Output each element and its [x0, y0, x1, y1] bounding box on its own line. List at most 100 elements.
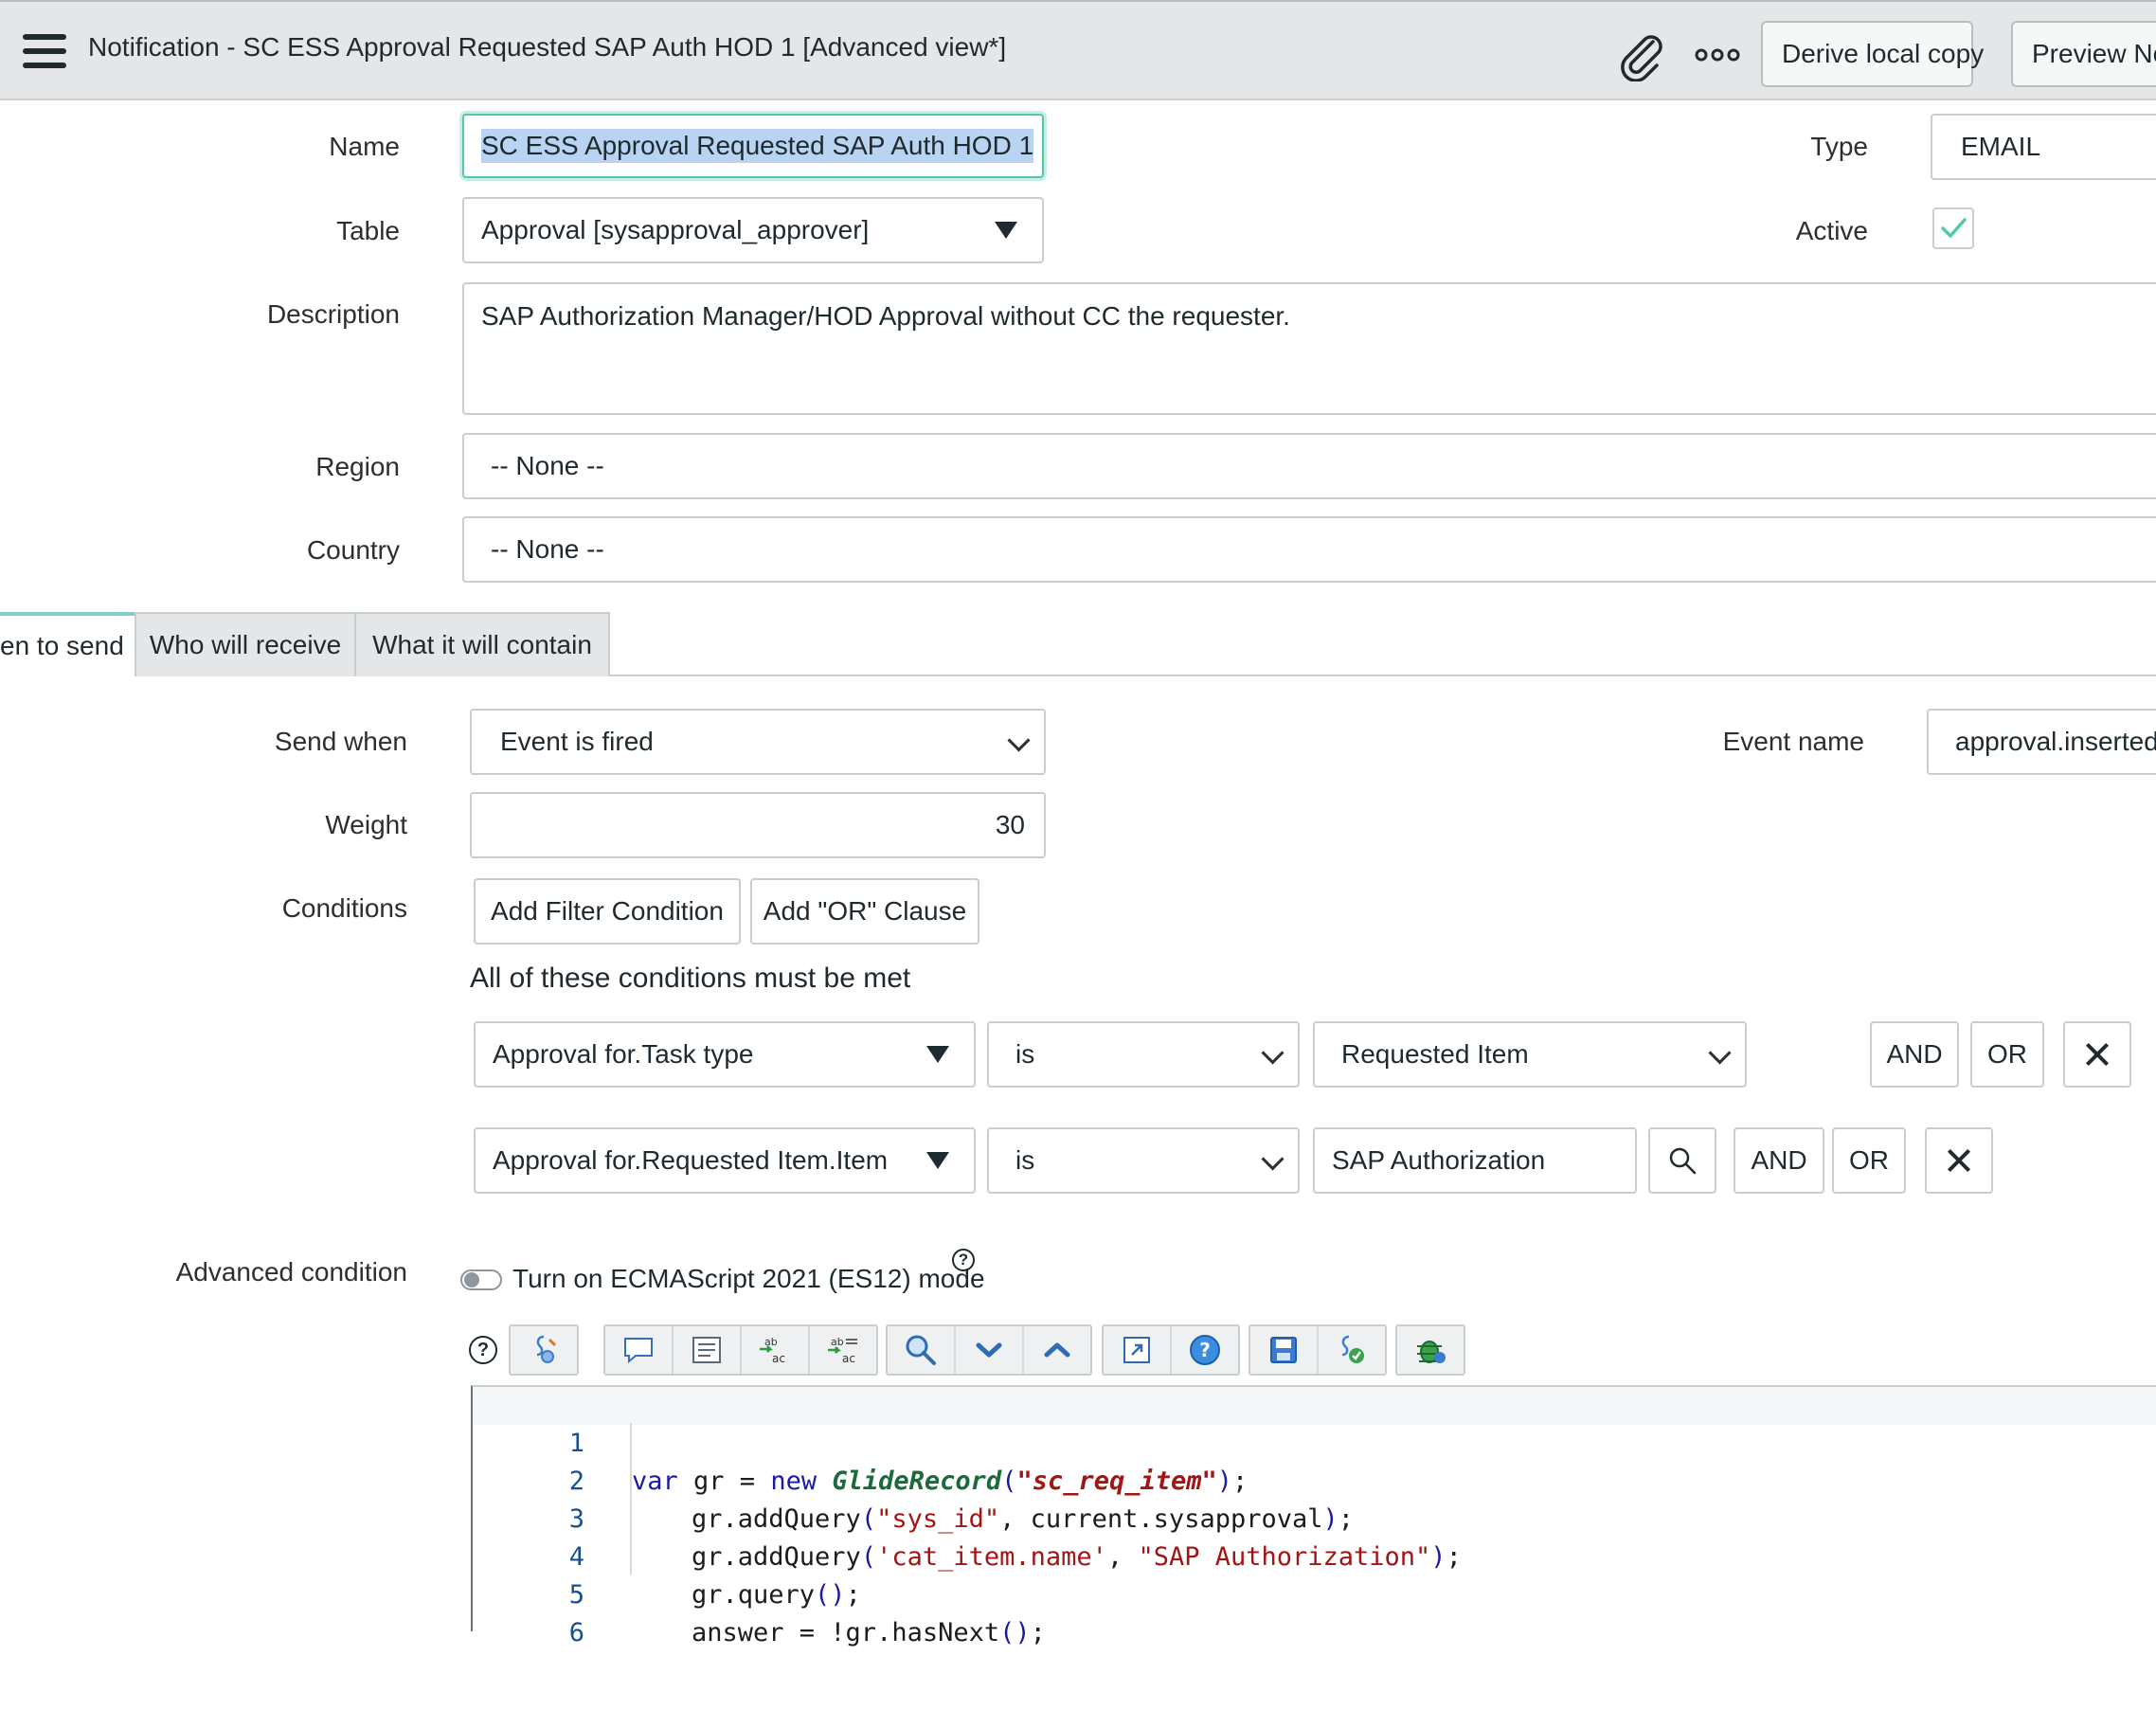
- add-filter-condition-button[interactable]: Add Filter Condition: [474, 878, 741, 945]
- checkmark-icon: [1941, 218, 1967, 238]
- remove-condition-button[interactable]: [2063, 1021, 2131, 1088]
- region-select[interactable]: -- None --: [462, 433, 2156, 499]
- condition-operator-select[interactable]: is: [987, 1127, 1300, 1194]
- condition-value-select[interactable]: Requested Item: [1313, 1021, 1747, 1088]
- code-line: 2 gr.addQuery("sys_id", current.sysappro…: [471, 1425, 1354, 1534]
- search-icon: [1669, 1147, 1697, 1175]
- chevron-down-icon: [1708, 1041, 1732, 1065]
- svg-text:ac: ac: [842, 1352, 855, 1365]
- dropdown-arrow-icon: [995, 222, 1017, 239]
- condition-operator-select[interactable]: is: [987, 1021, 1300, 1088]
- code-line: 6: [471, 1576, 584, 1647]
- conditions-label: Conditions: [281, 893, 407, 923]
- preview-notification-button[interactable]: Preview No: [2011, 21, 2156, 87]
- replace-all-icon[interactable]: ab ac: [810, 1326, 876, 1374]
- name-field[interactable]: SC ESS Approval Requested SAP Auth HOD 1: [462, 114, 1044, 178]
- weight-field[interactable]: 30: [470, 792, 1046, 858]
- toolbar-group-6: [1395, 1324, 1465, 1376]
- derive-local-copy-button[interactable]: Derive local copy: [1761, 21, 1984, 87]
- replace-icon[interactable]: ab ac: [742, 1326, 810, 1374]
- chevron-down-icon: [1261, 1041, 1285, 1065]
- table-select[interactable]: Approval [sysapproval_approver]: [462, 197, 1044, 263]
- dropdown-arrow-icon: [926, 1046, 949, 1063]
- condition-or-button[interactable]: OR: [1970, 1021, 2044, 1088]
- script-include-icon[interactable]: [511, 1326, 577, 1374]
- code-text: gr.query();: [692, 1580, 861, 1610]
- country-select[interactable]: -- None --: [462, 516, 2156, 583]
- condition-and-button[interactable]: AND: [1734, 1127, 1824, 1194]
- es12-toggle[interactable]: [460, 1269, 502, 1290]
- region-value: -- None --: [491, 451, 604, 480]
- active-checkbox[interactable]: [1932, 207, 1974, 249]
- condition-or-button[interactable]: OR: [1832, 1127, 1906, 1194]
- code-line: 1 var gr = new GlideRecord("sc_req_item"…: [471, 1387, 1249, 1496]
- description-textarea[interactable]: SAP Authorization Manager/HOD Approval w…: [462, 282, 2156, 415]
- condition-field-select[interactable]: Approval for.Requested Item.Item: [474, 1127, 976, 1194]
- page-title: Notification - SC ESS Approval Requested…: [88, 32, 1007, 62]
- syntax-check-icon[interactable]: [1319, 1326, 1385, 1374]
- debug-icon[interactable]: [1397, 1326, 1464, 1374]
- tab-label: en to send: [0, 631, 124, 660]
- condition-and-button[interactable]: AND: [1870, 1021, 1959, 1088]
- code-line: 3 gr.addQuery('cat_item.name', "SAP Auth…: [471, 1463, 1462, 1572]
- condition-value: SAP Authorization: [1332, 1145, 1546, 1175]
- es12-toggle-label: Turn on ECMAScript 2021 (ES12) mode: [512, 1264, 985, 1293]
- help-circle-icon[interactable]: ?: [1172, 1326, 1238, 1374]
- type-label: Type: [1810, 132, 1868, 161]
- condition-operator-value: is: [1015, 1145, 1035, 1175]
- svg-text:ab: ab: [831, 1336, 844, 1348]
- condition-field-value: Approval for.Task type: [493, 1039, 754, 1069]
- toolbar-group-2: ab ac ab ac: [603, 1324, 878, 1376]
- country-label: Country: [306, 535, 400, 565]
- country-value: -- None --: [491, 534, 604, 564]
- code-lines: 1 var gr = new GlideRecord("sc_req_item"…: [471, 1387, 2156, 1647]
- more-options-icon[interactable]: [1694, 44, 1741, 66]
- condition-reference-field[interactable]: SAP Authorization: [1313, 1127, 1637, 1194]
- name-label: Name: [329, 132, 400, 161]
- type-field[interactable]: EMAIL: [1931, 114, 2156, 180]
- add-or-clause-button[interactable]: Add "OR" Clause: [750, 878, 979, 945]
- remove-condition-button[interactable]: [1925, 1127, 1993, 1194]
- search-icon[interactable]: [888, 1326, 956, 1374]
- menu-icon[interactable]: [23, 34, 66, 68]
- code-text: gr.addQuery('cat_item.name', "SAP Author…: [692, 1542, 1462, 1572]
- find-next-icon[interactable]: [956, 1326, 1024, 1374]
- send-when-value: Event is fired: [500, 727, 654, 756]
- tab-what-it-will-contain[interactable]: What it will contain: [354, 612, 610, 676]
- code-line: 4 gr.query();: [471, 1501, 861, 1610]
- svg-text:?: ?: [1199, 1339, 1211, 1361]
- help-icon[interactable]: ?: [952, 1249, 975, 1271]
- code-text: var gr = new GlideRecord("sc_req_item");: [632, 1467, 1249, 1496]
- line-number: 6: [568, 1618, 584, 1647]
- description-label: Description: [266, 299, 400, 329]
- type-value: EMAIL: [1961, 132, 2041, 161]
- toolbar-group-5: [1249, 1324, 1387, 1376]
- active-label: Active: [1795, 216, 1868, 245]
- region-label: Region: [315, 452, 400, 481]
- chevron-down-icon: [1007, 729, 1031, 752]
- send-when-select[interactable]: Event is fired: [470, 709, 1046, 775]
- condition-field-select[interactable]: Approval for.Task type: [474, 1021, 976, 1088]
- weight-label: Weight: [325, 810, 407, 839]
- save-icon[interactable]: [1250, 1326, 1319, 1374]
- find-previous-icon[interactable]: [1024, 1326, 1090, 1374]
- format-code-icon[interactable]: [674, 1326, 742, 1374]
- code-text: answer = !gr.hasNext();: [692, 1618, 1046, 1647]
- description-value: SAP Authorization Manager/HOD Approval w…: [481, 301, 1290, 331]
- event-name-label: Event name: [1722, 727, 1864, 756]
- tab-who-will-receive[interactable]: Who will receive: [135, 612, 356, 676]
- paperclip-icon[interactable]: [1615, 28, 1668, 81]
- dropdown-arrow-icon: [926, 1152, 949, 1169]
- event-name-field[interactable]: approval.inserted: [1927, 709, 2156, 775]
- tab-when-to-send[interactable]: en to send: [0, 612, 135, 676]
- svg-text:ab: ab: [764, 1336, 778, 1348]
- toolbar-group-1: [509, 1324, 579, 1376]
- comment-icon[interactable]: [605, 1326, 674, 1374]
- editor-help-icon[interactable]: ?: [469, 1336, 497, 1364]
- code-text: gr.addQuery("sys_id", current.sysapprova…: [692, 1504, 1355, 1534]
- fullscreen-icon[interactable]: [1104, 1326, 1172, 1374]
- lookup-button[interactable]: [1648, 1127, 1716, 1194]
- svg-text:ac: ac: [772, 1352, 785, 1365]
- conditions-summary: All of these conditions must be met: [470, 963, 911, 994]
- condition-value: Requested Item: [1341, 1039, 1529, 1069]
